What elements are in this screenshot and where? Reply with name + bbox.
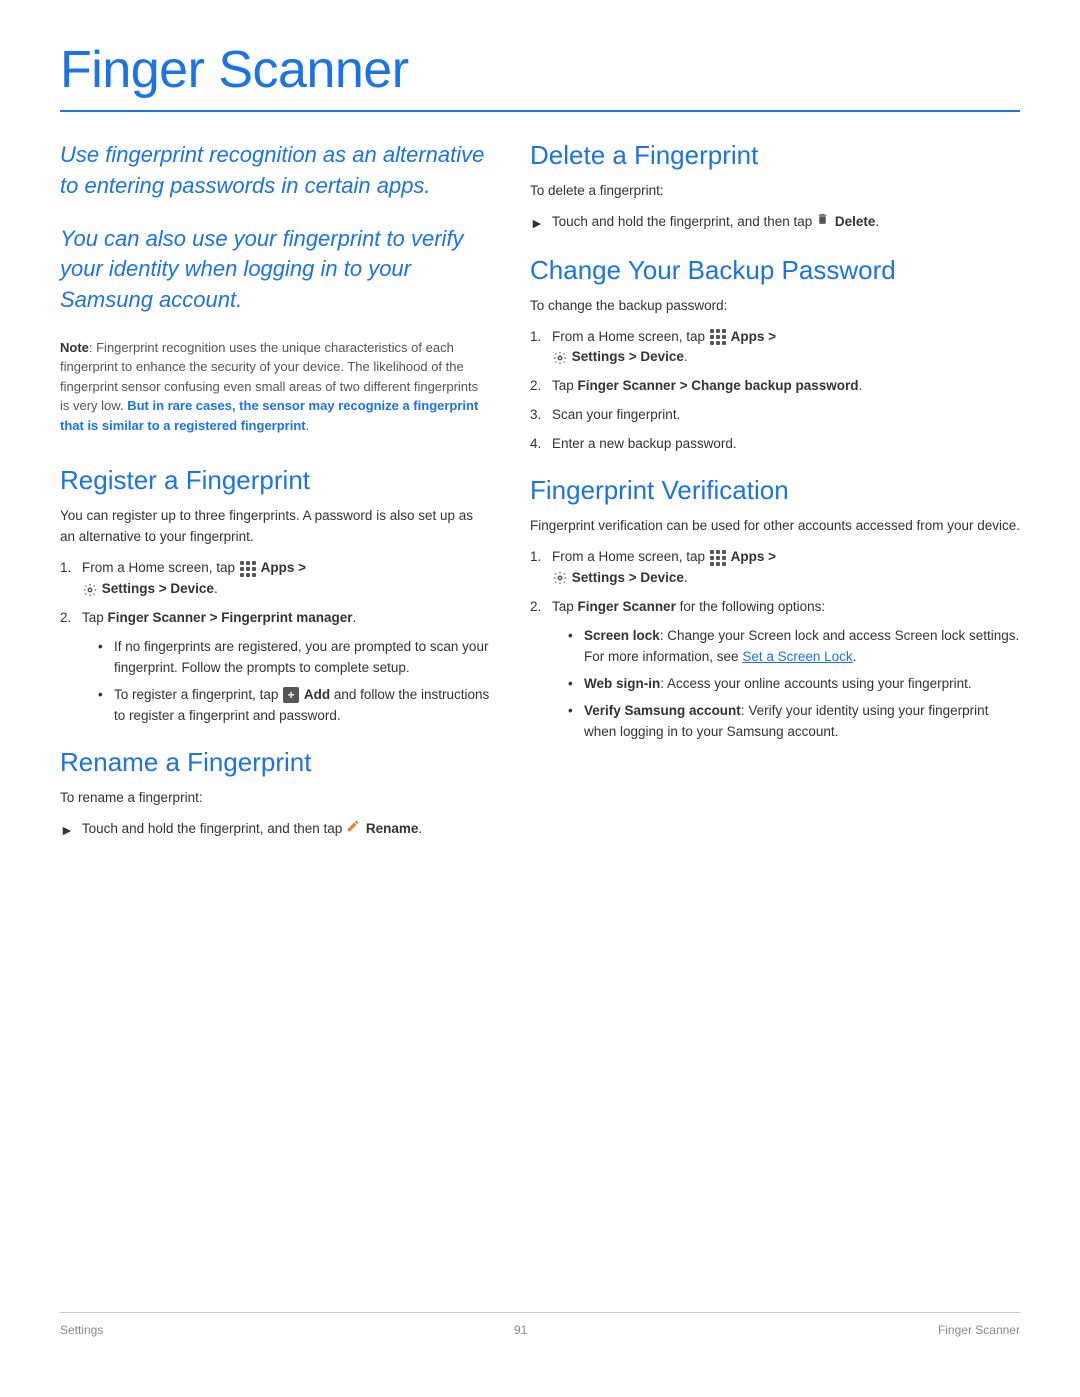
rename-heading: Rename a Fingerprint xyxy=(60,747,490,778)
verify-step-1: From a Home screen, tap Apps > xyxy=(530,547,1020,589)
verify-bullet-screen: Screen lock: Change your Screen lock and… xyxy=(568,626,1020,668)
backup-steps: From a Home screen, tap Apps > xyxy=(530,327,1020,456)
page-title: Finger Scanner xyxy=(60,40,1020,100)
verify-settings-icon xyxy=(553,571,567,585)
verify-bullet-samsung: Verify Samsung account: Verify your iden… xyxy=(568,701,1020,743)
footer-page-number: 91 xyxy=(514,1323,527,1337)
note-label: Note xyxy=(60,340,89,355)
register-step-1: From a Home screen, tap Apps > xyxy=(60,558,490,600)
verify-step-2: Tap Finger Scanner for the following opt… xyxy=(530,597,1020,743)
rename-bold: Rename xyxy=(366,821,419,836)
settings-icon xyxy=(83,583,97,597)
rename-arrow-item: ► Touch and hold the fingerprint, and th… xyxy=(60,819,490,842)
two-column-layout: Use fingerprint recognition as an altern… xyxy=(60,140,1020,1312)
rename-arrow-text: Touch and hold the fingerprint, and then… xyxy=(82,819,422,840)
verify-bullet-web: Web sign-in: Access your online accounts… xyxy=(568,674,1020,695)
page: Finger Scanner Use fingerprint recogniti… xyxy=(0,0,1080,1397)
backup-apps-label: Apps > xyxy=(731,329,776,344)
title-divider xyxy=(60,110,1020,112)
delete-bold: Delete xyxy=(835,214,876,229)
verify-heading: Fingerprint Verification xyxy=(530,475,1020,506)
verify-intro: Fingerprint verification can be used for… xyxy=(530,516,1020,537)
backup-heading: Change Your Backup Password xyxy=(530,255,1020,286)
verify-settings-label: Settings > Device xyxy=(572,570,684,585)
intro-paragraph-2: You can also use your fingerprint to ver… xyxy=(60,224,490,316)
backup-settings-icon xyxy=(553,351,567,365)
rename-intro: To rename a fingerprint: xyxy=(60,788,490,809)
apps-icon xyxy=(240,561,256,577)
backup-step2-bold: Finger Scanner > Change backup password xyxy=(578,378,859,393)
intro-paragraph-1: Use fingerprint recognition as an altern… xyxy=(60,140,490,202)
verify-apps-icon xyxy=(710,550,726,566)
register-heading: Register a Fingerprint xyxy=(60,465,490,496)
delete-trash-icon xyxy=(816,212,829,233)
apps-grid-icon xyxy=(240,561,256,577)
right-column: Delete a Fingerprint To delete a fingerp… xyxy=(530,140,1020,1312)
verify-apps-label: Apps > xyxy=(731,549,776,564)
backup-step-2: Tap Finger Scanner > Change backup passw… xyxy=(530,376,1020,397)
register-intro: You can register up to three fingerprint… xyxy=(60,506,490,548)
delete-arrow-text: Touch and hold the fingerprint, and then… xyxy=(552,212,879,233)
rename-pencil-icon xyxy=(346,819,360,840)
register-bullet-1: If no fingerprints are registered, you a… xyxy=(98,637,490,679)
note-end: . xyxy=(306,418,310,433)
delete-heading: Delete a Fingerprint xyxy=(530,140,1020,171)
step2-bold: Finger Scanner > Fingerprint manager xyxy=(108,610,353,625)
verify-steps: From a Home screen, tap Apps > xyxy=(530,547,1020,742)
footer-left: Settings xyxy=(60,1323,103,1337)
add-label: Add xyxy=(304,687,330,702)
backup-apps-icon xyxy=(710,329,726,345)
arrow-icon: ► xyxy=(60,820,74,842)
verify-bullets: Screen lock: Change your Screen lock and… xyxy=(568,626,1020,743)
apps-label: Apps > xyxy=(261,560,306,575)
settings-label: Settings > Device xyxy=(102,581,214,596)
backup-step-1: From a Home screen, tap Apps > xyxy=(530,327,1020,369)
register-step1-text: From a Home screen, tap xyxy=(82,560,235,575)
backup-apps-grid xyxy=(710,329,726,345)
backup-step-3: Scan your fingerprint. xyxy=(530,405,1020,426)
register-bullets: If no fingerprints are registered, you a… xyxy=(98,637,490,727)
screen-lock-link[interactable]: Set a Screen Lock xyxy=(742,649,852,664)
backup-intro: To change the backup password: xyxy=(530,296,1020,317)
verify-step2-bold: Finger Scanner xyxy=(578,599,676,614)
register-steps: From a Home screen, tap Apps > xyxy=(60,558,490,726)
register-step-2: Tap Finger Scanner > Fingerprint manager… xyxy=(60,608,490,727)
delete-arrow-item: ► Touch and hold the fingerprint, and th… xyxy=(530,212,1020,235)
page-footer: Settings 91 Finger Scanner xyxy=(60,1312,1020,1337)
add-icon: + xyxy=(283,687,299,703)
delete-intro: To delete a fingerprint: xyxy=(530,181,1020,202)
register-bullet-2: To register a fingerprint, tap + Add and… xyxy=(98,685,490,727)
delete-arrow-icon: ► xyxy=(530,213,544,235)
note-block: Note: Fingerprint recognition uses the u… xyxy=(60,338,490,436)
verify-apps-grid xyxy=(710,550,726,566)
left-column: Use fingerprint recognition as an altern… xyxy=(60,140,490,1312)
backup-settings-label: Settings > Device xyxy=(572,349,684,364)
footer-right: Finger Scanner xyxy=(938,1323,1020,1337)
backup-step-4: Enter a new backup password. xyxy=(530,434,1020,455)
